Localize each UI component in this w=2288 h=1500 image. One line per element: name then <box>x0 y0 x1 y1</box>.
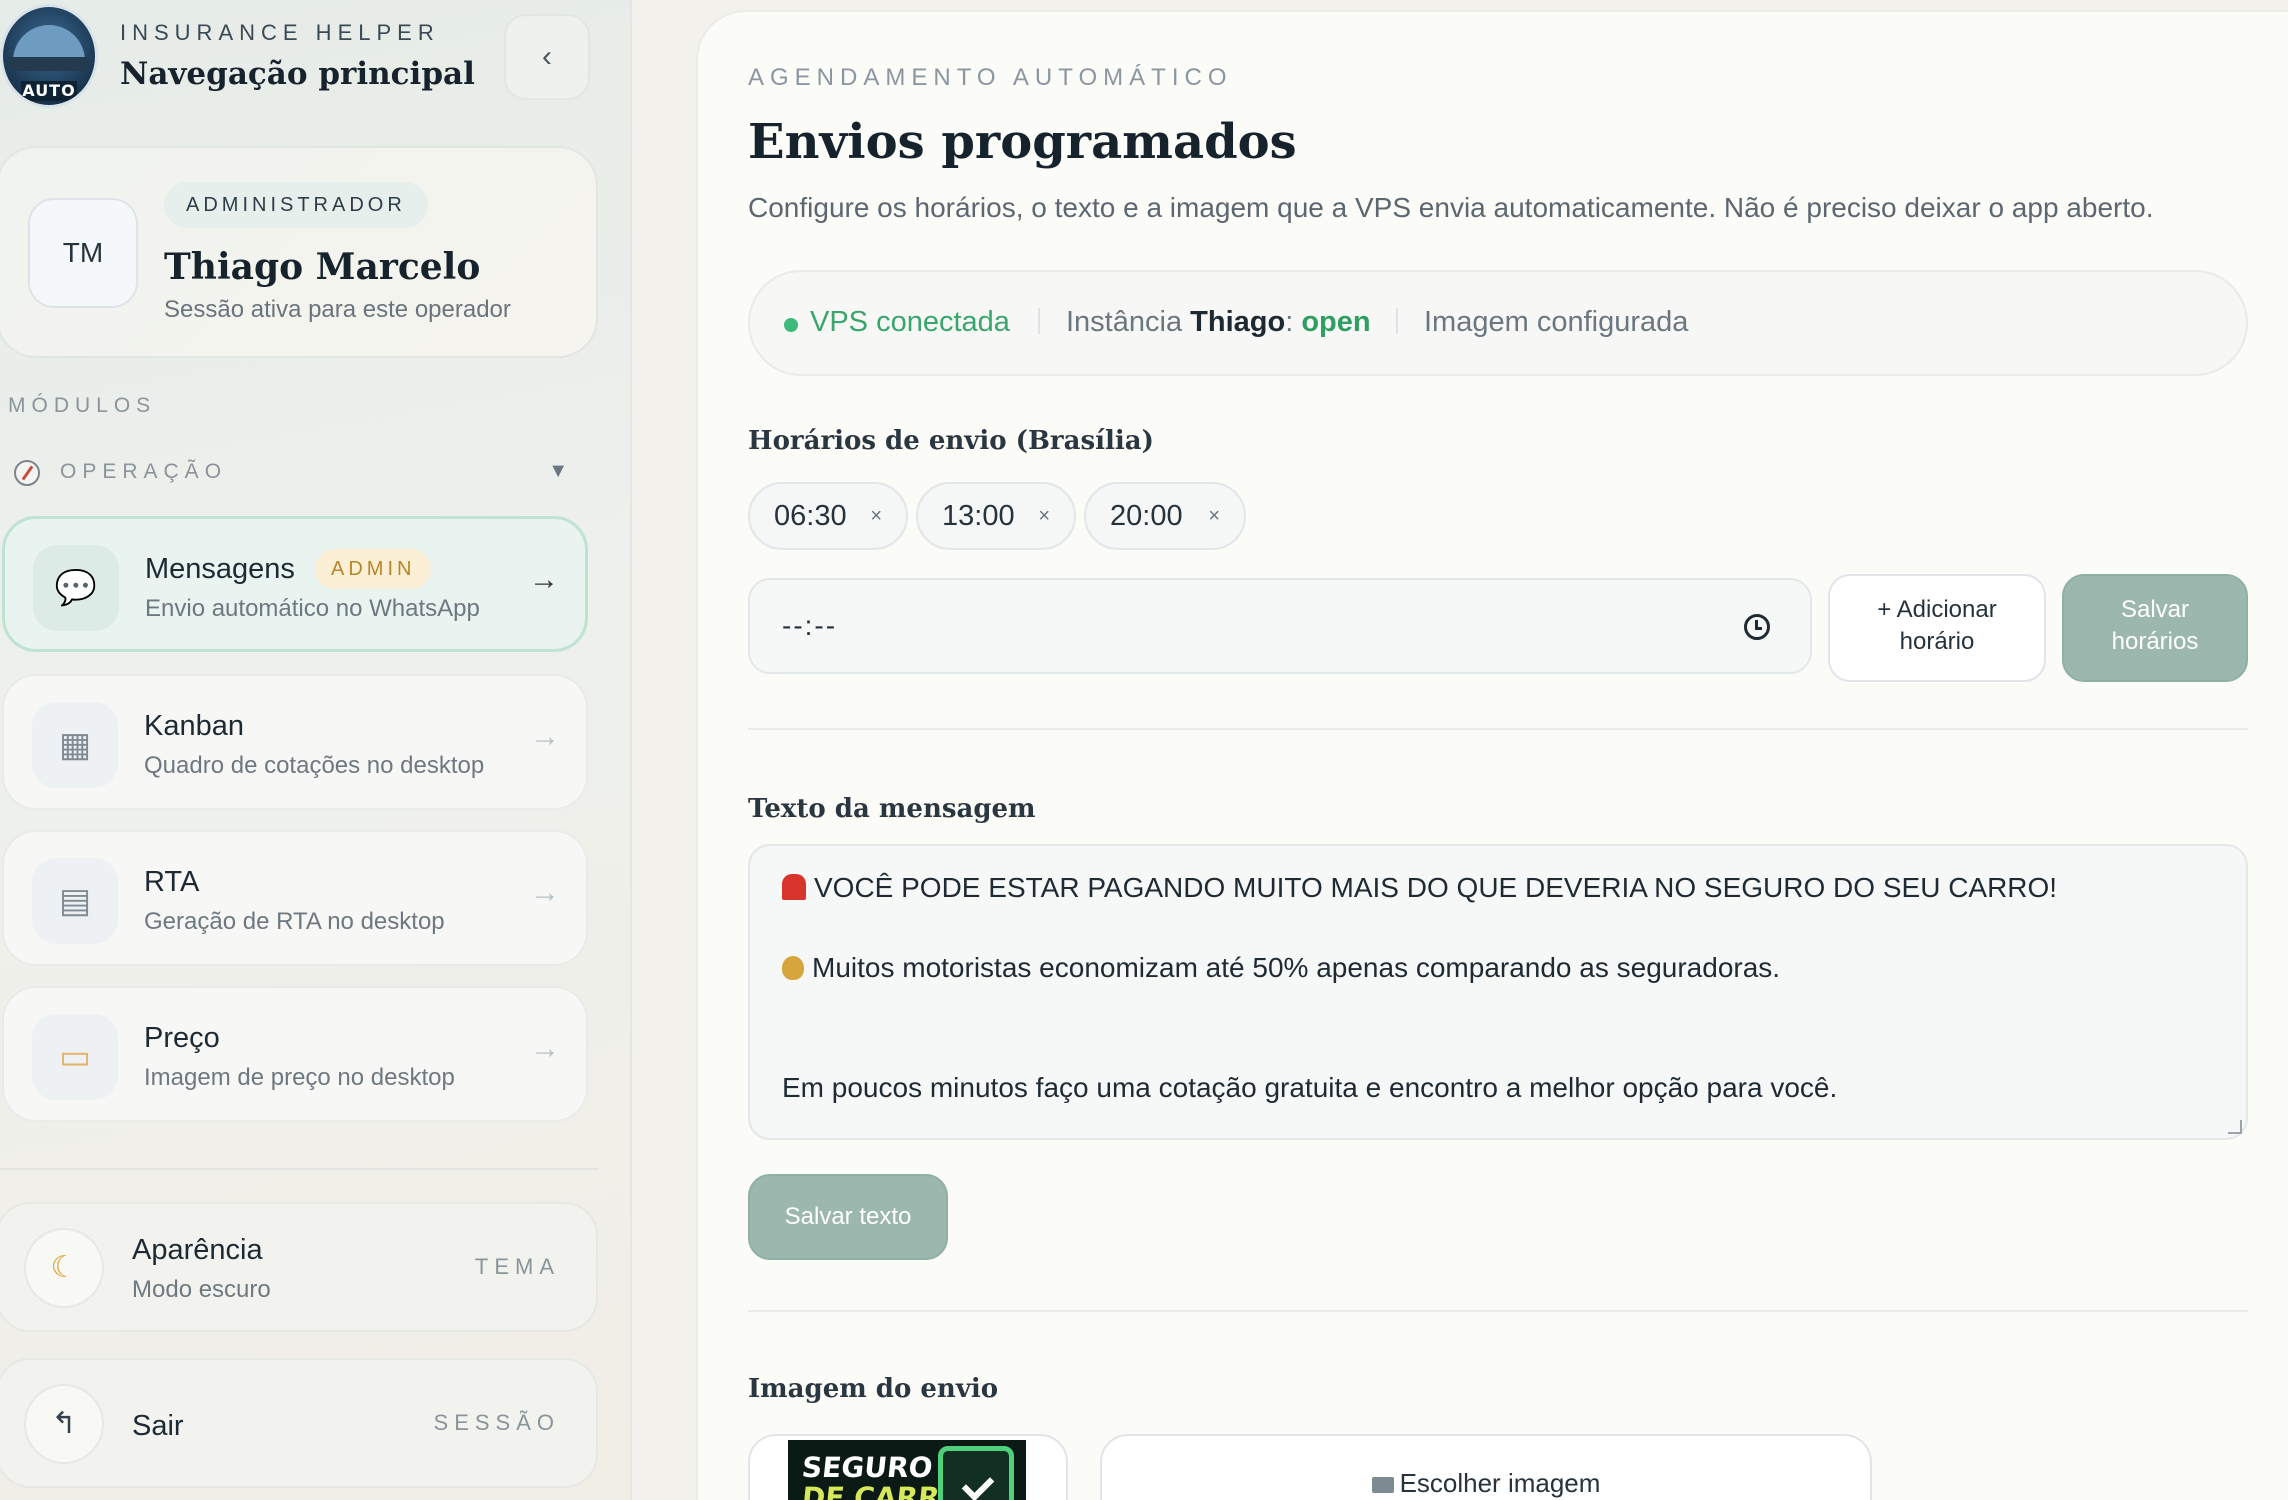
brand-kicker: INSURANCE HELPER <box>120 20 440 45</box>
remove-time-icon[interactable]: × <box>1208 484 1220 548</box>
page-kicker: AGENDAMENTO AUTOMÁTICO <box>748 64 1233 91</box>
remove-time-icon[interactable]: × <box>1038 484 1050 548</box>
image-status: Imagem configurada <box>1424 306 1689 338</box>
sidebar-item-title: Preço <box>144 1022 220 1054</box>
admin-badge: ADMIN <box>315 549 432 589</box>
moon-icon: ☾ <box>24 1228 104 1308</box>
save-text-button[interactable]: Salvar texto <box>748 1174 948 1260</box>
message-line: Em poucos minutos faço uma cotação gratu… <box>782 1072 1838 1103</box>
sidebar: AUTO INSURANCE HELPER Navegação principa… <box>0 0 632 1500</box>
status-separator <box>1396 308 1398 334</box>
message-line: VOCÊ PODE ESTAR PAGANDO MUITO MAIS DO QU… <box>814 872 2058 903</box>
appearance-toggle[interactable]: ☾ Aparência Modo escuro TEMA <box>0 1202 598 1332</box>
appearance-title: Aparência <box>132 1234 263 1266</box>
time-chip: 13:00 × <box>916 482 1076 550</box>
image-preview: SEGURO DE CARRO <box>748 1434 1068 1500</box>
page-description: Configure os horários, o texto e a image… <box>748 192 2154 223</box>
modules-label: MÓDULOS <box>8 394 157 417</box>
section-divider <box>748 1310 2248 1312</box>
chevron-left-icon: ‹ <box>542 40 552 73</box>
profile-subtitle: Sessão ativa para este operador <box>164 296 511 323</box>
arrow-right-icon: → <box>530 720 560 753</box>
appearance-subtitle: Modo escuro <box>132 1276 271 1303</box>
remove-time-icon[interactable]: × <box>870 484 882 548</box>
profile-card: TM ADMINISTRADOR Thiago Marcelo Sessão a… <box>0 146 598 358</box>
sidebar-item-subtitle: Imagem de preço no desktop <box>144 1064 455 1091</box>
caret-down-icon: ▼ <box>548 460 568 482</box>
sidebar-item-kanban[interactable]: ▦ Kanban Quadro de cotações no desktop → <box>2 674 588 810</box>
money-bag-icon <box>782 956 804 980</box>
folder-icon <box>1371 1477 1394 1493</box>
sidebar-divider <box>0 1168 598 1170</box>
save-times-button[interactable]: Salvar horários <box>2062 574 2248 682</box>
image-title: Imagem do envio <box>748 1374 999 1404</box>
sidebar-item-subtitle: Quadro de cotações no desktop <box>144 752 485 779</box>
collapse-sidebar-button[interactable]: ‹ <box>504 14 590 100</box>
sidebar-item-title: Kanban <box>144 710 244 742</box>
image-thumbnail: SEGURO DE CARRO <box>788 1440 1026 1500</box>
instance-name: Thiago <box>1190 306 1286 338</box>
brand-logo-text: AUTO <box>21 81 77 101</box>
time-chip: 20:00 × <box>1084 482 1246 550</box>
status-separator <box>1038 308 1040 334</box>
schedule-title: Horários de envio (Brasília) <box>748 426 1154 456</box>
chat-bubble-icon: 💬 <box>33 545 119 631</box>
instance-state: open <box>1301 306 1371 338</box>
sidebar-item-rta[interactable]: ▤ RTA Geração de RTA no desktop → <box>2 830 588 966</box>
group-toggle-operacao[interactable]: OPERAÇÃO ▼ <box>14 456 574 496</box>
sidebar-item-subtitle: Geração de RTA no desktop <box>144 908 445 935</box>
arrow-right-icon: → <box>530 876 560 909</box>
logout-button[interactable]: ↰ Sair SESSÃO <box>0 1358 598 1488</box>
message-title: Texto da mensagem <box>748 794 1036 824</box>
time-chip: 06:30 × <box>748 482 908 550</box>
sidebar-item-title: Mensagens <box>145 553 295 585</box>
time-input-value: --:-- <box>782 610 838 641</box>
main-panel: AGENDAMENTO AUTOMÁTICO Envios programado… <box>696 10 2288 1500</box>
status-dot-icon <box>784 318 798 332</box>
message-textarea[interactable]: VOCÊ PODE ESTAR PAGANDO MUITO MAIS DO QU… <box>748 844 2248 1140</box>
message-line: Muitos motoristas economizam até 50% ape… <box>812 952 1781 983</box>
instance-status: Instância Thiago: open <box>1066 306 1371 338</box>
compass-icon <box>14 460 40 486</box>
arrow-right-icon: → <box>530 1032 560 1065</box>
siren-icon <box>782 874 806 900</box>
brand-title: Navegação principal <box>120 56 475 92</box>
add-time-button[interactable]: + Adicionar horário <box>1828 574 2046 682</box>
sidebar-item-mensagens[interactable]: 💬 Mensagens ADMIN Envio automático no Wh… <box>2 516 588 652</box>
grid-icon: ▦ <box>32 702 118 788</box>
section-divider <box>748 728 2248 730</box>
logout-tag: SESSÃO <box>433 1410 560 1435</box>
time-input[interactable]: --:-- <box>748 578 1812 674</box>
document-icon: ▤ <box>32 858 118 944</box>
page-title: Envios programados <box>748 114 1297 170</box>
avatar: TM <box>28 198 138 308</box>
logout-icon: ↰ <box>24 1384 104 1464</box>
logout-title: Sair <box>132 1410 184 1442</box>
arrow-right-icon: → <box>529 563 559 596</box>
price-tag-icon: ▭ <box>32 1014 118 1100</box>
profile-name: Thiago Marcelo <box>164 246 481 288</box>
group-label: OPERAÇÃO <box>60 460 228 483</box>
choose-image-button[interactable]: Escolher imagem <box>1100 1434 1872 1500</box>
clock-icon[interactable] <box>1744 614 1770 640</box>
sidebar-item-title: RTA <box>144 866 200 898</box>
resize-handle-icon[interactable] <box>2228 1120 2242 1134</box>
sidebar-item-subtitle: Envio automático no WhatsApp <box>145 595 480 622</box>
sidebar-item-preco[interactable]: ▭ Preço Imagem de preço no desktop → <box>2 986 588 1122</box>
role-badge: ADMINISTRADOR <box>164 182 428 228</box>
status-bar: VPS conectada Instância Thiago: open Ima… <box>748 270 2248 376</box>
brand-logo: AUTO <box>0 4 98 108</box>
vps-status: VPS conectada <box>810 306 1010 338</box>
appearance-tag: TEMA <box>474 1254 560 1279</box>
